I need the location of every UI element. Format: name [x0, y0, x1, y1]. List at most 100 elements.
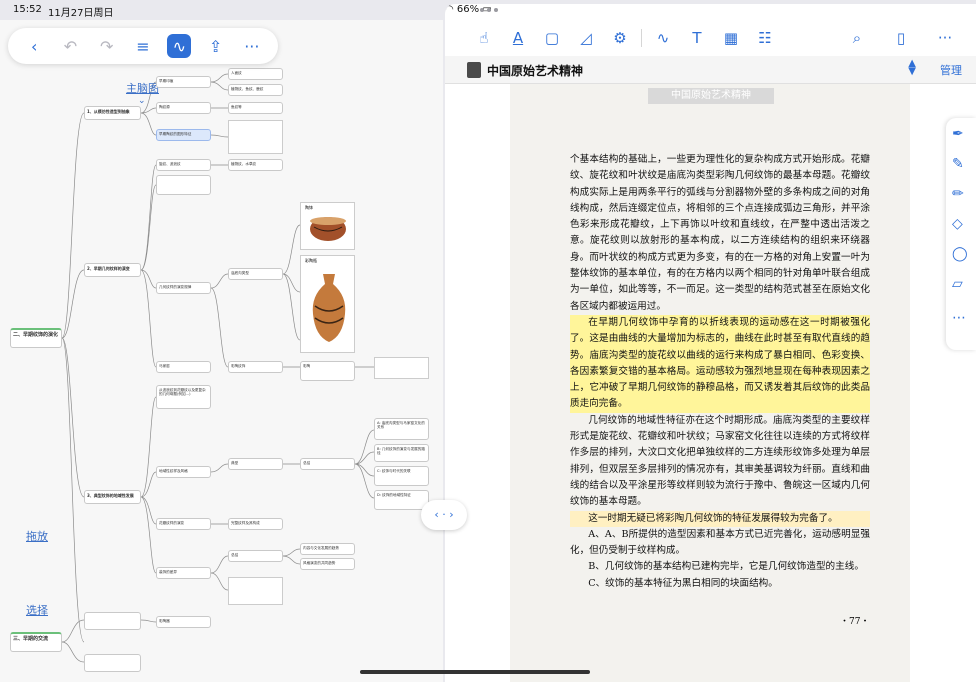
paragraph[interactable]: 个基本结构的基础上，一些更为理性化的复杂构成方式开始形成。花瓣纹、旋花纹和叶状纹… [570, 152, 870, 315]
mindmap-node[interactable] [156, 175, 211, 195]
mindmap-node[interactable]: 从波浪纹到花瓣纹以及更复杂的几何母题(例如…) [156, 385, 211, 409]
mindmap-node[interactable]: 彩陶纹饰 [228, 361, 283, 373]
paragraph-highlighted[interactable]: 这一时期无疑已将彩陶几何纹饰的特征发展得较为完备了。 [570, 510, 870, 527]
back-icon[interactable]: ‹ [22, 34, 46, 58]
document-title[interactable]: 中国原始艺术精神 [487, 62, 583, 79]
mindmap-node[interactable]: B: 几何纹饰的演变与发展的路径 [374, 444, 429, 462]
page-header-banner: 中国原始艺术精神 [648, 88, 774, 104]
mindmap-node[interactable]: 完整纹样及其构成 [228, 518, 283, 530]
select-button[interactable]: 选择 [26, 602, 48, 618]
mindmap-node[interactable]: D: 纹饰的地域性特征 [374, 490, 429, 510]
mindmap-branch-3[interactable]: 3、典型纹饰的地域性发展 [84, 490, 141, 504]
pdf-page[interactable]: 中国原始艺术精神 个基本结构的基础上，一些更为理性化的复杂构成方式开始形成。花瓣… [510, 84, 910, 682]
image-icon[interactable]: ▦ [714, 26, 748, 50]
more-icon[interactable]: ··· [928, 26, 962, 50]
mindmap-node[interactable]: 风格演变的共同趋势 [300, 558, 355, 570]
highlighter-icon[interactable]: ✎ [952, 156, 964, 172]
bookmark-icon[interactable]: ▯ [884, 26, 918, 50]
mindmap-node[interactable]: 植物纹、鱼纹、鹿纹 [228, 84, 283, 96]
paragraph[interactable]: 几何纹饰的地域性特征亦在这个时期形成。庙底沟类型的主要纹样形式是旋花纹、花瓣纹和… [570, 413, 870, 511]
mindmap-node[interactable]: 人面纹 [228, 68, 283, 80]
page-number: ・77・ [840, 617, 870, 627]
multitask-dots[interactable] [480, 8, 498, 12]
mindmap-node[interactable]: 彩陶器 [156, 616, 211, 628]
reader-toolbar: ☝ A ▢ ◿ ⚙ ∿ T ▦ ☷ ⌕ ▯ ··· [445, 20, 976, 56]
mindmap-node[interactable]: 地域性纹样及风格 [156, 466, 211, 478]
page-body[interactable]: 个基本结构的基础上，一些更为理性化的复杂构成方式开始形成。花瓣纹、旋花纹和叶状纹… [570, 152, 870, 592]
paragraph[interactable]: A、A、B所提供的造型因素和基本方式已近完善化，运动感明显强化，但仍受制于纹样构… [570, 527, 870, 560]
pottery-image-1[interactable]: 陶钵 [300, 202, 355, 250]
more-icon[interactable]: ··· [240, 34, 264, 58]
mindmap-image-node[interactable] [374, 357, 429, 379]
mindmap-node[interactable]: 马家窑 [156, 361, 211, 373]
drag-button[interactable]: 拖放 [26, 528, 48, 544]
mindmap-node[interactable]: 典型 [228, 458, 283, 470]
mindmap-node[interactable]: 几何纹样的演变规律 [156, 282, 211, 294]
mindmap-node[interactable]: C: 纹饰与时代的关联 [374, 466, 429, 486]
more-tools-icon[interactable]: ⋯ [952, 310, 966, 326]
lasso-tool-icon[interactable]: ◯ [952, 246, 968, 262]
mindmap-node[interactable] [84, 654, 141, 672]
redo-icon[interactable]: ↷ [95, 34, 119, 58]
paragraph-highlighted[interactable]: 在早期几何纹饰中孕育的以折线表现的运动感在这一时期被强化了。这是由曲线的大量增加… [570, 314, 870, 413]
reader-pane[interactable]: ☝ A ▢ ◿ ⚙ ∿ T ▦ ☷ ⌕ ▯ ··· 中国原始艺术精神 ▲ ▼ 管理… [445, 20, 976, 682]
manage-button[interactable]: 管理 [940, 62, 962, 78]
mindmap-image-node[interactable] [228, 577, 283, 605]
home-indicator[interactable] [360, 670, 590, 674]
marker-icon[interactable]: ✏ [952, 186, 964, 202]
wifi-icon: ◠ [445, 4, 454, 15]
battery-level: 66% [456, 4, 480, 15]
mindmap-branch-2[interactable]: 2、早期几何纹样的演变 [84, 263, 141, 277]
chevron-down-icon[interactable]: ⌄ [138, 96, 146, 106]
ocr-icon[interactable]: ☷ [748, 26, 782, 50]
textbox-icon[interactable]: T [680, 26, 714, 50]
mindmap-node[interactable]: 内容与文化发展的趋势 [300, 543, 355, 555]
pen-tool-icon[interactable]: ∿ [646, 26, 680, 50]
mindmap-node[interactable]: 花瓣纹样的演变 [156, 518, 211, 530]
lasso-icon[interactable]: ◿ [569, 26, 603, 50]
mindmap-root-node-3[interactable]: 三、早期的交流 [10, 632, 62, 652]
mindmap-image-node[interactable] [228, 120, 283, 154]
pen-icon[interactable]: ∿ [167, 34, 192, 58]
mindmap-node[interactable]: 鱼纹等 [228, 102, 283, 114]
main-map-link[interactable]: 主脑图 [126, 80, 159, 96]
mindmap-connectors [61, 73, 375, 663]
mindmap-node[interactable]: 早期印痕 [156, 76, 211, 88]
ruler-icon[interactable]: ▱ [952, 276, 963, 292]
pottery-vase-icon [312, 274, 346, 342]
divider [641, 29, 642, 47]
mindmap-node[interactable]: 总结 [228, 550, 283, 562]
mindmap-node[interactable]: A: 庙底沟类型与马家窑文化的关系 [374, 418, 429, 440]
mindmap-node[interactable] [84, 612, 141, 630]
pottery-image-2[interactable]: 彩陶瓶 [300, 255, 355, 353]
mindmap-node[interactable]: 植物纹、水草纹 [228, 159, 283, 171]
search-icon[interactable]: ⌕ [840, 26, 874, 50]
undo-icon[interactable]: ↶ [58, 34, 82, 58]
book-icon [467, 62, 481, 78]
mindmap-node-selected[interactable]: 早期陶纹的图形特征 [156, 129, 211, 141]
mindmap-node[interactable]: 庙底沟类型 [228, 268, 283, 280]
mindmap-toolbar: ‹ ↶ ↷ ≡ ∿ ⇪ ··· [8, 28, 278, 64]
paragraph[interactable]: C、纹饰的基本特征为黑白相同的块面结构。 [570, 576, 870, 592]
rect-select-icon[interactable]: ▢ [535, 26, 569, 50]
share-icon[interactable]: ⇪ [204, 34, 228, 58]
document-tab-bar: 中国原始艺术精神 ▲ ▼ 管理 [445, 56, 976, 84]
mindmap-branch-1[interactable]: 1、从模仿性造型到抽象 [84, 106, 141, 120]
eraser-icon[interactable]: ◇ [952, 216, 963, 232]
mindmap-node[interactable]: 总结 [300, 458, 355, 470]
mindmap-root-node[interactable]: 二、早期纹饰的演化 [10, 328, 62, 348]
annotation-sidebar: ✒ ✎ ✏ ◇ ◯ ▱ ⋯ [946, 118, 976, 350]
outline-icon[interactable]: ≡ [131, 34, 155, 58]
fountain-pen-icon[interactable]: ✒ [952, 126, 964, 142]
split-view-handle[interactable]: ‹ · › [421, 500, 467, 530]
mindmap-node[interactable]: 旋纹、波浪纹 [156, 159, 211, 171]
hand-tool-icon[interactable]: ☝ [467, 26, 501, 50]
sort-chevron-icon[interactable]: ▲ ▼ [908, 59, 916, 77]
mindmap-pane[interactable]: 主脑图 ⌄ 二、早期纹饰的演化 1、从模仿性造型到抽象 2、早期几何纹样的演变 … [0, 20, 443, 682]
mindmap-node[interactable]: 装饰的差异 [156, 567, 211, 579]
text-highlight-icon[interactable]: A [501, 26, 535, 50]
mindmap-node[interactable]: 彩陶 [300, 361, 355, 381]
paragraph[interactable]: B、几何纹饰的基本结构已建构完毕，它是几何纹饰造型的主线。 [570, 559, 870, 575]
settings-icon[interactable]: ⚙ [603, 26, 637, 50]
mindmap-node[interactable]: 陶纹源 [156, 102, 211, 114]
